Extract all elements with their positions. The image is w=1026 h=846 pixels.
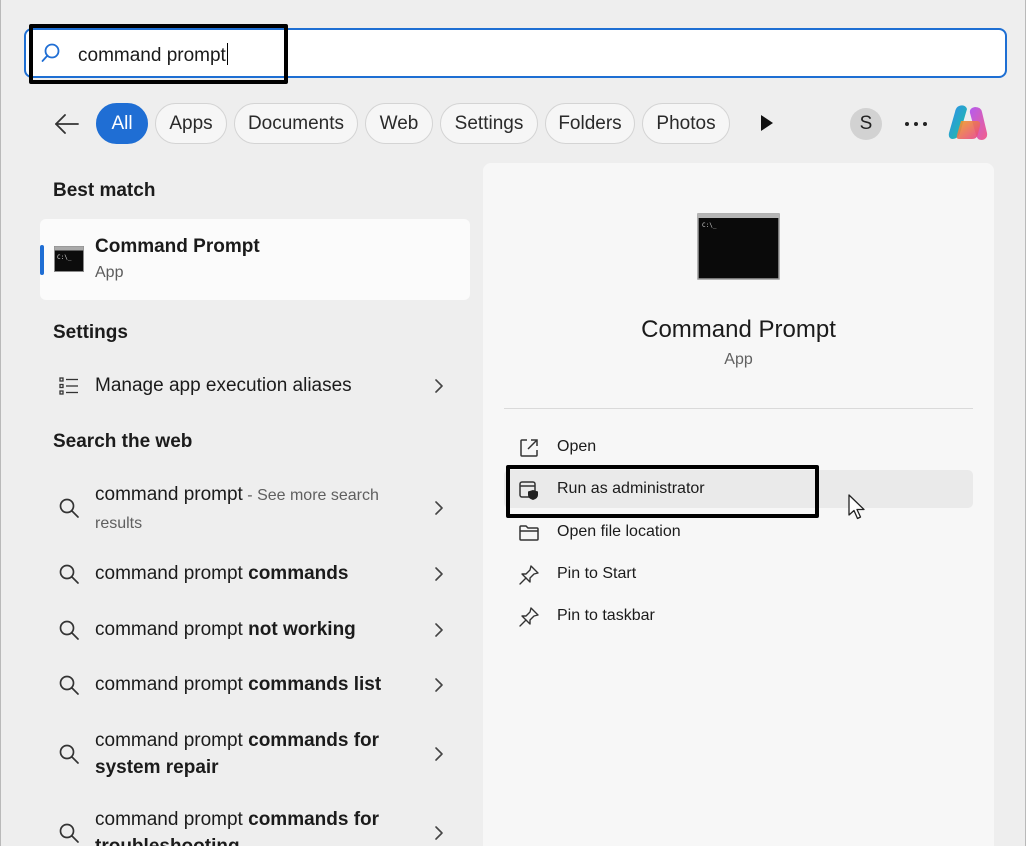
action-label: Pin to taskbar bbox=[557, 607, 655, 624]
filter-chip-web[interactable]: Web bbox=[365, 103, 433, 144]
list-settings-icon bbox=[59, 377, 78, 395]
web-result-item[interactable]: command prompt commands for troubleshoot… bbox=[40, 803, 470, 846]
action-run-as-administrator[interactable]: Run as administrator bbox=[504, 470, 973, 508]
more-options-icon[interactable] bbox=[903, 121, 929, 127]
mouse-cursor-icon bbox=[848, 494, 865, 520]
pin-icon bbox=[519, 607, 539, 627]
best-match-heading: Best match bbox=[53, 180, 156, 201]
detail-title: Command Prompt bbox=[641, 316, 836, 343]
search-web-heading: Search the web bbox=[53, 431, 193, 452]
best-match-title: Command Prompt bbox=[95, 236, 260, 257]
shield-admin-icon bbox=[519, 481, 538, 500]
best-match-subtitle: App bbox=[95, 264, 124, 281]
filter-chip-documents[interactable]: Documents bbox=[234, 103, 358, 144]
selection-accent bbox=[40, 245, 44, 275]
avatar[interactable]: S bbox=[850, 108, 882, 140]
web-result-label: command prompt commands for system repai… bbox=[95, 730, 380, 778]
filter-chip-settings[interactable]: Settings bbox=[440, 103, 538, 144]
search-icon bbox=[59, 823, 79, 843]
web-result-item[interactable]: command prompt commands for system repai… bbox=[40, 724, 470, 784]
settings-item-manage-aliases[interactable]: Manage app execution aliases bbox=[40, 366, 470, 406]
settings-item-label: Manage app execution aliases bbox=[95, 375, 352, 396]
search-icon bbox=[59, 498, 79, 518]
web-result-item[interactable]: command prompt commands bbox=[40, 554, 470, 594]
back-arrow-icon[interactable] bbox=[53, 110, 81, 138]
filter-chip-folders[interactable]: Folders bbox=[545, 103, 635, 144]
chevron-right-icon bbox=[435, 826, 443, 840]
chevron-right-icon bbox=[435, 567, 443, 581]
action-label: Open file location bbox=[557, 523, 681, 540]
folder-icon bbox=[519, 525, 539, 541]
chevron-right-icon bbox=[435, 678, 443, 692]
svg-text:C:\_: C:\_ bbox=[702, 222, 717, 229]
search-input[interactable]: command prompt bbox=[78, 43, 228, 67]
web-result-item[interactable]: command prompt - See more search results bbox=[40, 478, 470, 538]
web-result-label: command prompt commands for troubleshoot… bbox=[95, 809, 380, 846]
action-open-file-location[interactable]: Open file location bbox=[504, 513, 973, 551]
search-icon bbox=[59, 744, 79, 764]
search-icon bbox=[41, 43, 60, 62]
divider bbox=[504, 408, 973, 409]
search-icon bbox=[59, 675, 79, 695]
more-filters-play-icon[interactable] bbox=[759, 114, 775, 132]
svg-text:C:\_: C:\_ bbox=[57, 254, 72, 261]
best-match-result[interactable]: C:\_ Command Prompt App bbox=[40, 219, 470, 300]
action-open[interactable]: Open bbox=[504, 428, 973, 466]
filter-chip-photos[interactable]: Photos bbox=[642, 103, 730, 144]
action-label: Run as administrator bbox=[557, 480, 705, 497]
action-label: Open bbox=[557, 438, 597, 455]
chevron-right-icon bbox=[435, 501, 443, 515]
settings-heading: Settings bbox=[53, 322, 128, 343]
web-result-label: command prompt - See more search results bbox=[95, 484, 379, 532]
search-bar[interactable]: command prompt bbox=[24, 28, 1007, 78]
filter-chip-all[interactable]: All bbox=[96, 103, 148, 144]
web-result-label: command prompt not working bbox=[95, 619, 356, 640]
search-window: command prompt All Apps Documents Web Se… bbox=[0, 0, 1026, 846]
web-result-item[interactable]: command prompt commands list bbox=[40, 665, 470, 705]
chevron-right-icon bbox=[435, 623, 443, 637]
command-prompt-app-icon: C:\_ bbox=[54, 246, 84, 272]
web-result-label: command prompt commands bbox=[95, 563, 349, 584]
filter-chip-apps[interactable]: Apps bbox=[155, 103, 227, 144]
chevron-right-icon bbox=[435, 747, 443, 761]
open-external-icon bbox=[520, 439, 538, 457]
web-result-label: command prompt commands list bbox=[95, 674, 382, 695]
action-pin-to-start[interactable]: Pin to Start bbox=[504, 555, 973, 593]
action-label: Pin to Start bbox=[557, 565, 637, 582]
detail-subtitle: App bbox=[724, 351, 753, 368]
search-icon bbox=[59, 564, 79, 584]
web-result-item[interactable]: command prompt not working bbox=[40, 610, 470, 650]
chevron-right-icon bbox=[435, 379, 443, 393]
action-pin-to-taskbar[interactable]: Pin to taskbar bbox=[504, 597, 973, 635]
copilot-icon[interactable] bbox=[947, 103, 989, 143]
command-prompt-large-icon: C:\_ bbox=[697, 213, 780, 280]
pin-icon bbox=[519, 565, 539, 585]
search-icon bbox=[59, 620, 79, 640]
